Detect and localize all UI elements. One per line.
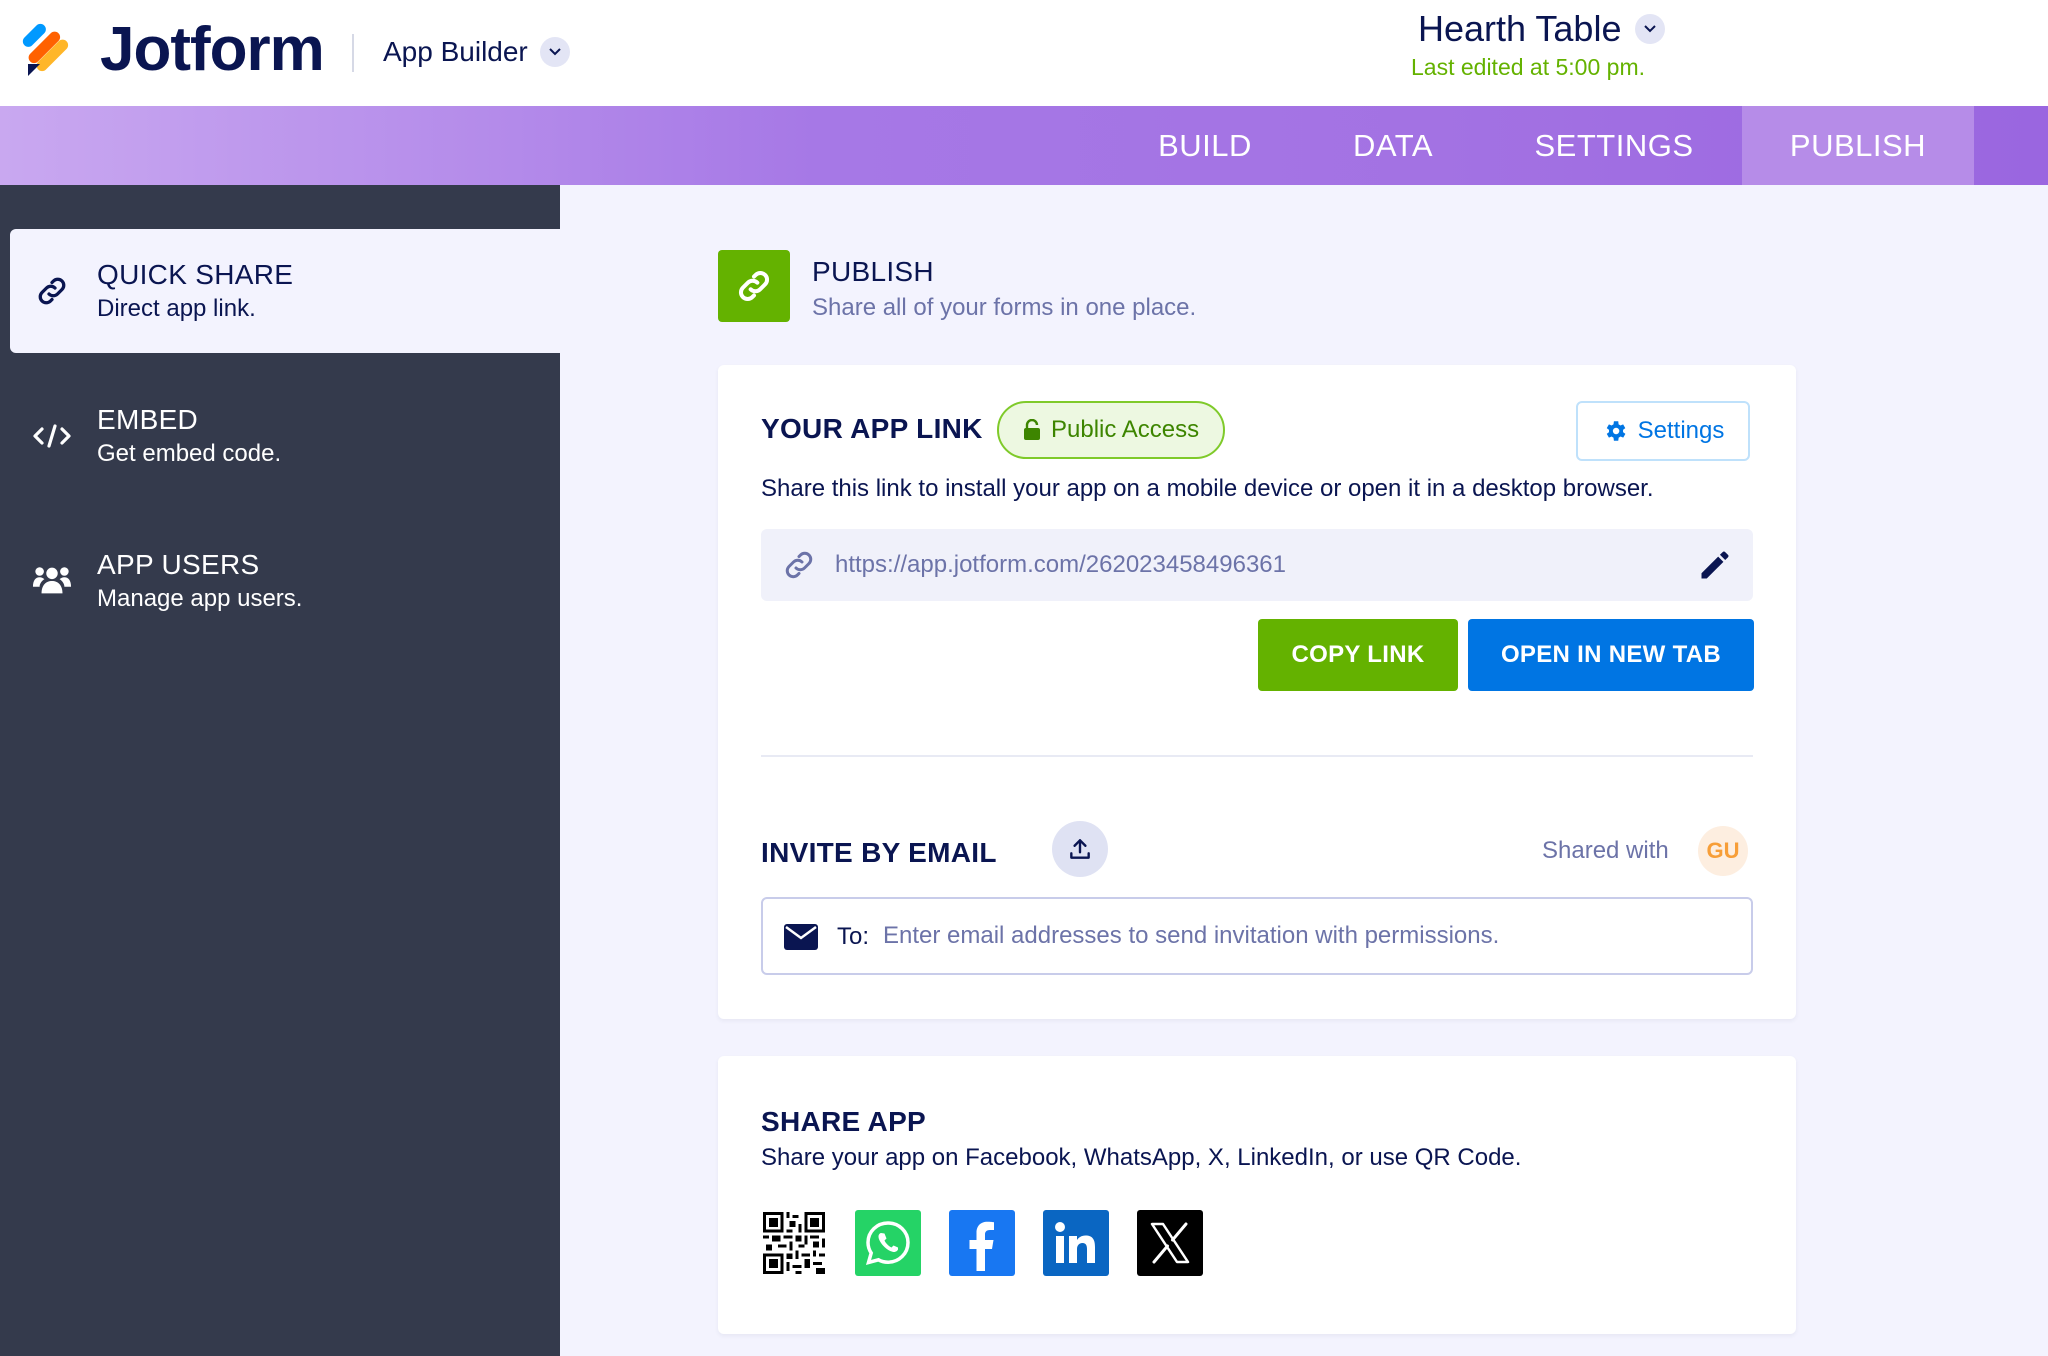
open-in-new-tab-button[interactable]: OPEN IN NEW TAB — [1468, 619, 1754, 691]
page-subtitle: Share all of your forms in one place. — [812, 294, 1197, 321]
sidebar-item-title: APP USERS — [97, 549, 260, 580]
users-icon — [32, 561, 72, 601]
linkedin-icon[interactable] — [1043, 1210, 1109, 1276]
sidebar-item-desc: Direct app link. — [97, 295, 256, 322]
share-icons-row — [761, 1210, 1203, 1276]
app-builder-dropdown[interactable]: App Builder — [383, 36, 570, 68]
jotform-logo-icon[interactable] — [22, 20, 78, 78]
publish-link-icon — [718, 250, 790, 322]
to-label: To: — [837, 923, 870, 950]
main-nav: BUILD DATA SETTINGS PUBLISH — [0, 106, 2048, 185]
app-link-url: https://app.jotform.com/262023458496361 — [835, 551, 1286, 578]
header-divider — [352, 34, 354, 72]
gear-icon — [1606, 421, 1626, 441]
code-icon — [32, 416, 72, 456]
sidebar-item-embed[interactable]: EMBED Get embed code. — [10, 374, 560, 498]
chevron-down-icon — [539, 37, 570, 67]
settings-button[interactable]: Settings — [1576, 401, 1750, 461]
app-link-field[interactable]: https://app.jotform.com/262023458496361 — [761, 529, 1753, 601]
top-header: Jotform App Builder Hearth Table Last ed… — [0, 0, 2048, 106]
app-title-dropdown[interactable]: Hearth Table — [1418, 8, 1666, 50]
app-builder-label: App Builder — [383, 36, 528, 67]
sidebar-item-desc: Manage app users. — [97, 585, 303, 612]
whatsapp-icon[interactable] — [855, 1210, 921, 1276]
sidebar-item-desc: Get embed code. — [97, 440, 282, 467]
qr-code-icon[interactable] — [761, 1210, 827, 1276]
app-link-description: Share this link to install your app on a… — [761, 475, 1654, 502]
tab-data[interactable]: DATA — [1330, 106, 1456, 185]
tab-settings[interactable]: SETTINGS — [1518, 106, 1710, 185]
invite-by-email-title: INVITE BY EMAIL — [761, 837, 997, 868]
upload-icon — [1070, 839, 1090, 859]
sidebar-item-quick-share[interactable]: QUICK SHARE Direct app link. — [10, 229, 560, 353]
shared-with-label: Shared with — [1542, 837, 1669, 864]
public-access-badge[interactable]: Public Access — [997, 401, 1226, 459]
pencil-icon[interactable] — [1697, 547, 1733, 583]
link-icon — [32, 271, 72, 311]
sidebar-item-title: QUICK SHARE — [97, 259, 294, 290]
settings-label: Settings — [1637, 417, 1725, 444]
app-link-title: YOUR APP LINK — [761, 413, 983, 444]
section-divider — [761, 755, 1753, 757]
last-edited-status: Last edited at 5:00 pm. — [1411, 54, 1645, 80]
public-access-label: Public Access — [1051, 416, 1200, 443]
sidebar: QUICK SHARE Direct app link. EMBED Get e… — [0, 185, 560, 1356]
link-icon — [785, 551, 813, 579]
upload-button[interactable] — [1052, 821, 1108, 877]
email-input[interactable] — [883, 913, 1733, 959]
facebook-icon[interactable] — [949, 1210, 1015, 1276]
page-title: PUBLISH — [812, 256, 934, 287]
tab-publish[interactable]: PUBLISH — [1742, 106, 1974, 185]
tab-build[interactable]: BUILD — [1138, 106, 1272, 185]
copy-link-button[interactable]: COPY LINK — [1258, 619, 1458, 691]
app-title: Hearth Table — [1418, 8, 1622, 49]
avatar[interactable]: GU — [1698, 826, 1748, 876]
share-app-description: Share your app on Facebook, WhatsApp, X,… — [761, 1144, 1522, 1171]
logo-text[interactable]: Jotform — [100, 14, 325, 85]
lock-icon — [1024, 419, 1040, 440]
mail-icon — [784, 924, 818, 950]
share-app-title: SHARE APP — [761, 1106, 927, 1137]
sidebar-item-title: EMBED — [97, 404, 199, 435]
share-app-card: SHARE APP Share your app on Facebook, Wh… — [718, 1056, 1796, 1334]
sidebar-item-app-users[interactable]: APP USERS Manage app users. — [10, 519, 560, 643]
x-icon[interactable] — [1137, 1210, 1203, 1276]
email-field[interactable]: To: — [761, 897, 1753, 975]
app-link-card: YOUR APP LINK Public Access Settings Sha… — [718, 365, 1796, 1019]
chevron-down-icon — [1635, 14, 1666, 44]
